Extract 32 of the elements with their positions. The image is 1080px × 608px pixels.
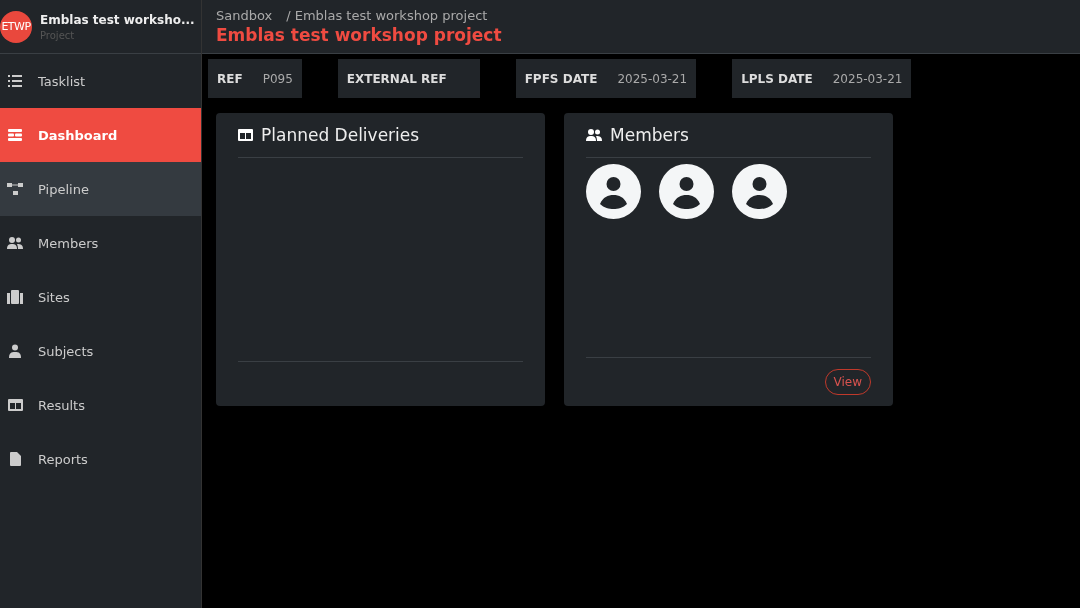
person-icon (9, 344, 21, 358)
nodes-icon (7, 183, 23, 195)
list-icon (8, 75, 22, 87)
nav-item[interactable]: Members (0, 216, 201, 270)
page-title: Emblas test workshop project (216, 25, 503, 45)
dashboard-icon (8, 129, 22, 141)
nav-item[interactable]: Tasklist (0, 54, 201, 108)
info-chip: EXTERNAL REF (337, 59, 480, 98)
nav-item[interactable]: Subjects (0, 324, 201, 378)
avatar-icon (659, 164, 714, 219)
info-chip: FPFS DATE 2025-03-21 (515, 59, 697, 98)
report-icon (9, 452, 21, 466)
people-icon (586, 129, 602, 141)
breadcrumb-item: / Emblas test workshop project (286, 8, 488, 23)
avatar-icon (732, 164, 787, 219)
table-icon (238, 129, 253, 141)
nav-item[interactable]: Reports (0, 432, 201, 486)
nav-item[interactable]: Sites (0, 270, 201, 324)
building-icon (7, 290, 23, 304)
project-avatar: ETWP (0, 10, 32, 43)
table-icon (7, 399, 23, 411)
info-chip: REF P095 (208, 59, 302, 98)
card-title: Planned Deliveries (261, 125, 420, 145)
project-name: Emblas test worksho... (40, 12, 195, 27)
nav-item[interactable]: Dashboard (0, 108, 201, 162)
breadcrumb-link[interactable]: Sandbox (216, 8, 273, 23)
people-icon (7, 237, 23, 249)
nav-item[interactable]: Results (0, 378, 201, 432)
card-title: Members (610, 125, 689, 145)
info-chip: LPLS DATE 2025-03-21 (732, 59, 912, 98)
nav-item[interactable]: Pipeline (0, 162, 201, 216)
avatar-icon (586, 164, 641, 219)
